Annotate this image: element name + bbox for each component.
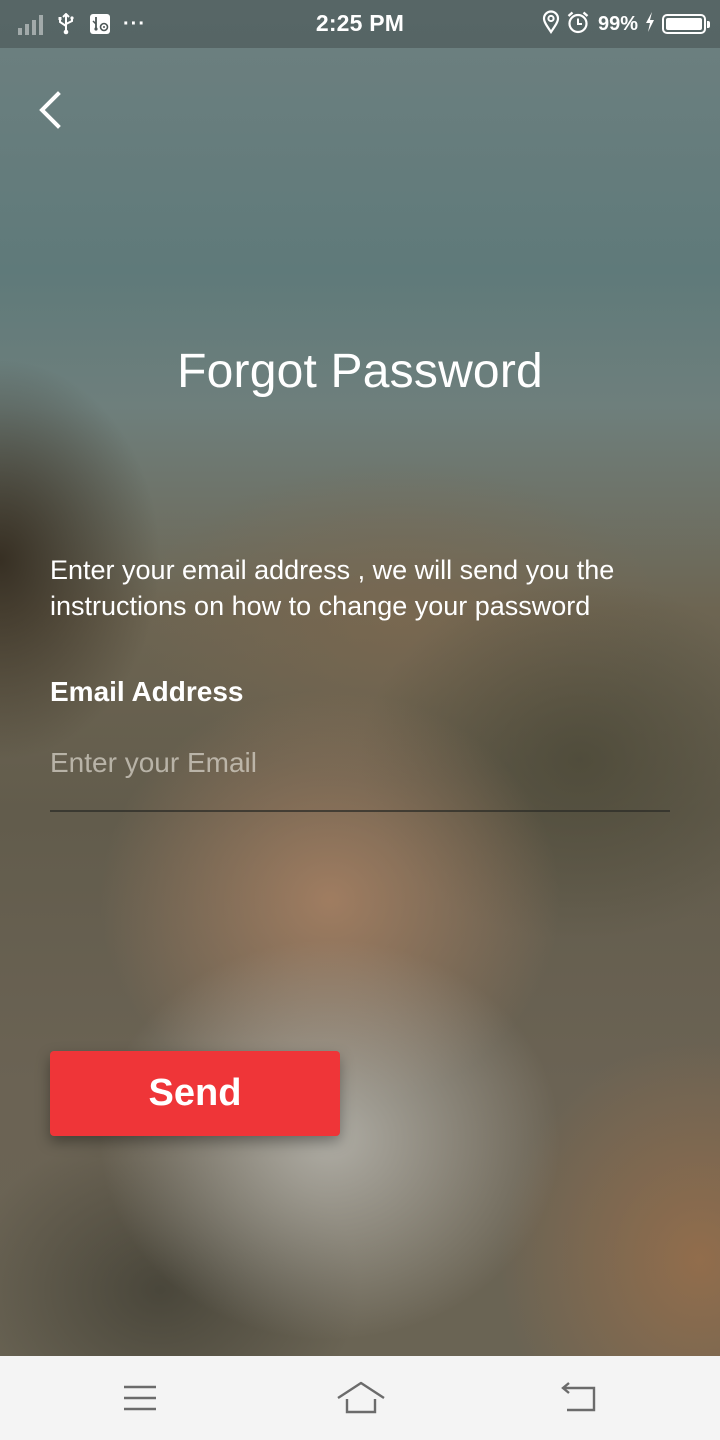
email-input[interactable] bbox=[50, 736, 670, 812]
instructions-text: Enter your email address , we will send … bbox=[50, 555, 615, 621]
battery-percent: 99% bbox=[597, 12, 638, 35]
menu-icon bbox=[124, 1385, 156, 1411]
alarm-icon bbox=[566, 10, 590, 39]
location-icon bbox=[542, 9, 560, 39]
battery-level-fill bbox=[666, 18, 702, 30]
back-icon bbox=[561, 1382, 596, 1412]
page-title: Forgot Password bbox=[177, 345, 543, 398]
navigation-bar bbox=[0, 1356, 720, 1440]
chevron-left-icon bbox=[39, 91, 61, 129]
back-button[interactable] bbox=[30, 86, 76, 134]
status-bar: ··· 2:25 PM 99% bbox=[0, 0, 720, 48]
menu-button[interactable] bbox=[118, 1376, 162, 1420]
battery-icon bbox=[662, 14, 710, 34]
email-label: Email Address bbox=[50, 676, 244, 707]
send-button[interactable]: Send bbox=[50, 1051, 340, 1136]
charging-icon bbox=[644, 11, 656, 38]
home-button[interactable] bbox=[336, 1376, 386, 1420]
home-icon bbox=[337, 1381, 385, 1414]
back-nav-button[interactable] bbox=[558, 1376, 602, 1420]
